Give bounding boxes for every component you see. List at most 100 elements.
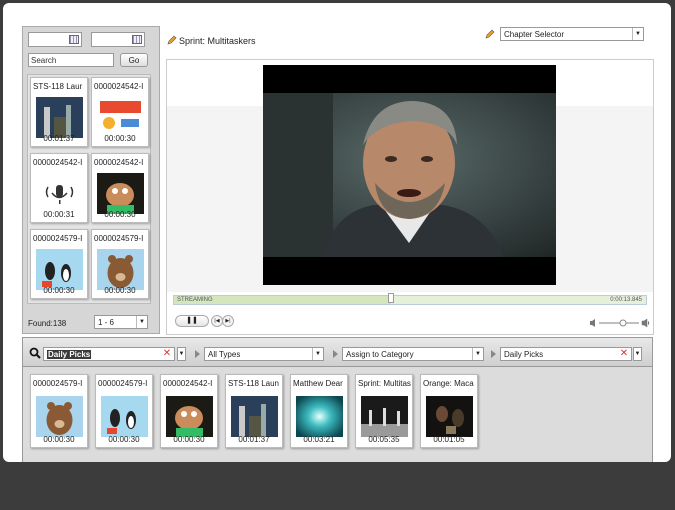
penguins-thumbnail — [101, 396, 148, 437]
pick-duration: 00:01:05 — [433, 435, 465, 444]
pencil-icon[interactable] — [167, 35, 177, 45]
end-date-field[interactable] — [91, 32, 145, 47]
media-duration: 00:01:37 — [43, 134, 75, 143]
pick-card[interactable]: 0000024579-I 00:00:30 — [30, 374, 88, 448]
media-card[interactable]: 0000024579-I 00:00:30 — [91, 229, 149, 299]
step-forward-button[interactable]: ▶| — [222, 315, 234, 327]
pencil-icon[interactable] — [485, 29, 495, 39]
chevron-down-icon[interactable]: ▼ — [472, 348, 483, 360]
audio-icon — [36, 173, 83, 214]
go-button[interactable]: Go — [120, 53, 148, 67]
pick-duration: 00:00:30 — [108, 435, 140, 444]
media-duration: 00:00:31 — [43, 210, 75, 219]
media-card[interactable]: STS-118 Laur 00:01:37 — [30, 77, 88, 147]
media-duration: 00:00:30 — [43, 286, 75, 295]
page-range-select[interactable]: 1 - 6 ▼ — [94, 315, 148, 329]
search-icon[interactable] — [29, 347, 41, 359]
pick-duration: 00:03:21 — [303, 435, 335, 444]
penguins-thumbnail — [36, 249, 83, 290]
bear-thumbnail — [97, 249, 144, 290]
cartoon-thumbnail — [97, 97, 144, 138]
media-title: STS-118 Laur — [33, 82, 83, 91]
category-value: Daily Picks — [504, 350, 544, 359]
playback-time: 0:00:13.845 — [610, 297, 642, 303]
found-count: Found:138 — [28, 319, 67, 328]
media-title: 0000024542-I — [33, 158, 83, 167]
media-card[interactable]: 0000024542-I 00:00:30 — [91, 77, 149, 147]
media-card[interactable]: 0000024542-I 00:00:31 — [30, 153, 88, 223]
muppet-thumbnail — [166, 396, 213, 437]
category-input[interactable]: Daily Picks ✕ — [500, 347, 632, 361]
chevron-down-icon[interactable]: ▼ — [136, 316, 147, 328]
type-filter-value: All Types — [208, 350, 241, 359]
playlist-search-input[interactable]: Daily Picks ✕ — [43, 347, 175, 361]
pick-card[interactable]: Matthew Dear 00:03:21 — [290, 374, 348, 448]
media-title: 0000024542-I — [94, 158, 144, 167]
step-controls: |◀ ▶| — [211, 315, 235, 327]
assign-category-select[interactable]: Assign to Category ▼ — [342, 347, 484, 361]
media-browser-panel: Search Go STS-118 Laur 00:01:37 00000245… — [22, 26, 160, 334]
clear-icon[interactable]: ✕ — [619, 348, 629, 360]
shuttle-thumbnail — [36, 97, 83, 138]
bear-thumbnail — [36, 396, 83, 437]
media-title: 0000024579-I — [94, 234, 144, 243]
chevron-down-icon[interactable]: ▼ — [312, 348, 323, 360]
video-frame — [263, 93, 556, 257]
pick-card[interactable]: STS-118 Laun 00:01:37 — [225, 374, 283, 448]
page-range-value: 1 - 6 — [98, 318, 115, 327]
chapter-selector[interactable]: Chapter Selector ▼ — [500, 27, 644, 41]
pick-duration: 00:05:35 — [368, 435, 400, 444]
search-input[interactable]: Search — [28, 53, 114, 67]
media-duration: 00:00:30 — [104, 210, 136, 219]
media-duration: 00:00:30 — [104, 286, 136, 295]
app-window: Search Go STS-118 Laur 00:01:37 00000245… — [3, 3, 671, 462]
stream-status: STREAMING — [177, 297, 213, 303]
seek-handle[interactable] — [388, 293, 395, 303]
assign-category-value: Assign to Category — [346, 350, 414, 359]
separator-arrow-icon — [195, 350, 200, 358]
media-card[interactable]: 0000024579-I 00:00:30 — [30, 229, 88, 299]
pick-card[interactable]: Orange: Maca 00:01:05 — [420, 374, 478, 448]
volume-low-icon — [590, 319, 595, 327]
volume-control[interactable] — [589, 318, 651, 328]
media-title: 0000024542-I — [94, 82, 144, 91]
stage-thumbnail — [361, 396, 408, 437]
shuttle-thumbnail — [231, 396, 278, 437]
chevron-down-icon[interactable]: ▼ — [632, 28, 643, 40]
video-viewport[interactable] — [263, 65, 556, 285]
pick-card[interactable]: 0000024542-I 00:00:30 — [160, 374, 218, 448]
pick-card[interactable]: Sprint: Multitas 00:05:35 — [355, 374, 413, 448]
media-title: 0000024579-I — [33, 234, 83, 243]
daily-picks-strip: 0000024579-I 00:00:30 0000024579-I 00:00… — [22, 367, 653, 462]
calendar-icon[interactable] — [132, 35, 142, 44]
step-forward-icon: ▶| — [225, 318, 231, 324]
volume-knob[interactable] — [619, 319, 627, 327]
separator-arrow-icon — [333, 350, 338, 358]
teal-light-thumbnail — [296, 396, 343, 437]
calendar-icon[interactable] — [69, 35, 79, 44]
pick-duration: 00:01:37 — [238, 435, 270, 444]
pick-title: Sprint: Multitas — [358, 379, 411, 388]
clear-icon[interactable]: ✕ — [162, 348, 172, 360]
pick-duration: 00:00:30 — [173, 435, 205, 444]
pick-card[interactable]: 0000024579-I 00:00:30 — [95, 374, 153, 448]
pause-icon: ❚❚ — [186, 317, 198, 324]
playlist-search-value: Daily Picks — [47, 350, 92, 359]
start-date-field[interactable] — [28, 32, 82, 47]
pick-title: Matthew Dear — [293, 379, 343, 388]
separator-arrow-icon — [491, 350, 496, 358]
media-card[interactable]: 0000024542-I 00:00:30 — [91, 153, 149, 223]
chevron-down-icon[interactable]: ▼ — [177, 347, 186, 361]
pick-duration: 00:00:30 — [43, 435, 75, 444]
pick-title: 0000024579-I — [98, 379, 148, 388]
media-title-heading: Sprint: Multitaskers — [179, 36, 256, 46]
seek-bar[interactable]: STREAMING 0:00:13.845 — [173, 293, 647, 305]
type-filter-select[interactable]: All Types ▼ — [204, 347, 324, 361]
volume-high-icon — [641, 318, 650, 328]
video-player: STREAMING 0:00:13.845 ❚❚ |◀ ▶| — [166, 59, 654, 335]
muppet-thumbnail — [97, 173, 144, 214]
dark-scene-thumbnail — [426, 396, 473, 437]
pause-button[interactable]: ❚❚ — [175, 315, 209, 327]
chapter-selector-value: Chapter Selector — [504, 30, 565, 39]
chevron-down-icon[interactable]: ▼ — [633, 347, 642, 361]
